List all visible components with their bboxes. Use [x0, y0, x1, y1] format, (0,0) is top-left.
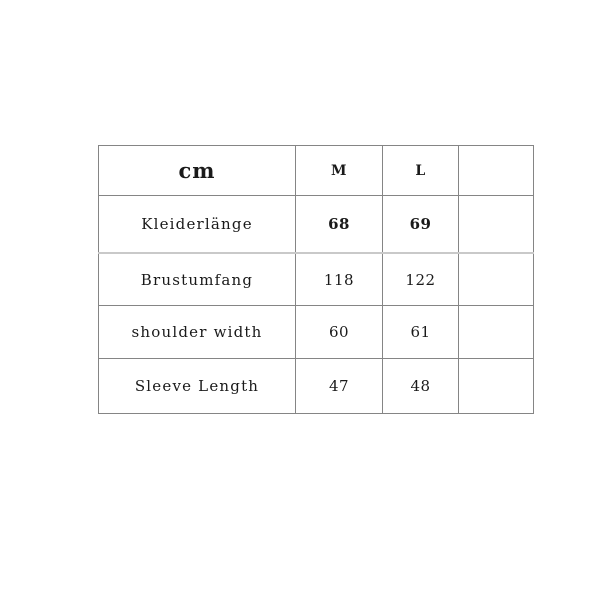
table-row: shoulder width 60 61: [98, 305, 534, 359]
value-cell-l: 48: [382, 358, 459, 414]
table-header-row: cm M L: [98, 145, 534, 196]
size-header-cell-m: M: [295, 145, 383, 196]
measure-label-cell: Kleiderlänge: [98, 195, 296, 254]
value-cell-blank: [458, 195, 534, 254]
value-cell-blank: [458, 252, 534, 306]
value-cell-m: 60: [295, 305, 383, 359]
value-cell-m: 47: [295, 358, 383, 414]
value-cell-blank: [458, 305, 534, 359]
table-row: Kleiderlänge 68 69: [98, 195, 534, 254]
value-cell-l: 61: [382, 305, 459, 359]
value-cell-m: 118: [295, 252, 383, 306]
value-cell-l: 69: [382, 195, 459, 254]
value-cell-m: 68: [295, 195, 383, 254]
size-chart-container: cm M L Kleiderlänge 68 69 Brustumfang 11…: [98, 145, 534, 414]
size-header-cell-l: L: [382, 145, 459, 196]
value-cell-blank: [458, 358, 534, 414]
table-row: Brustumfang 118 122: [98, 252, 534, 306]
measure-label-cell: shoulder width: [98, 305, 296, 359]
measure-label-cell: Brustumfang: [98, 252, 296, 306]
size-chart-table: cm M L Kleiderlänge 68 69 Brustumfang 11…: [98, 145, 534, 414]
table-row: Sleeve Length 47 48: [98, 358, 534, 414]
size-header-cell-blank: [458, 145, 534, 196]
unit-header-cell: cm: [98, 145, 296, 196]
value-cell-l: 122: [382, 252, 459, 306]
measure-label-cell: Sleeve Length: [98, 358, 296, 414]
